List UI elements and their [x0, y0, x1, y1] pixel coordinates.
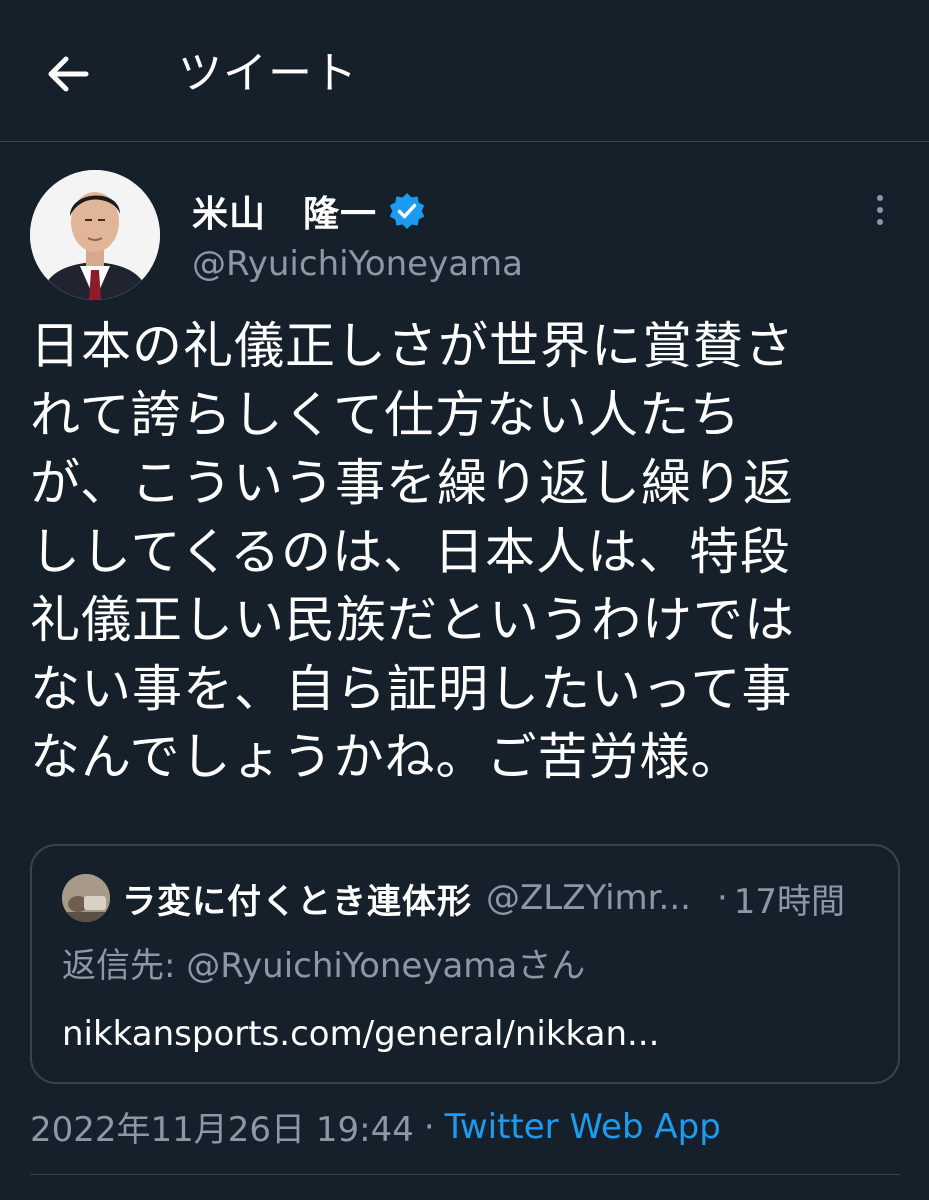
quoted-avatar[interactable] [62, 874, 110, 922]
divider [30, 1174, 900, 1175]
tweet-text-line: ない事を、自ら証明したいって事 [30, 659, 793, 718]
quoted-tweet-card[interactable]: ラ変に付くとき連体形 @ZLZYimr... · 17時間 返信先: @Ryui… [30, 844, 900, 1084]
tweet-timestamp[interactable]: 2022年11月26日 19:44 [30, 1102, 414, 1151]
tweet-source-link[interactable]: Twitter Web App [445, 1107, 721, 1147]
quoted-handle: @ZLZYimr... [486, 878, 691, 918]
profile-photo [30, 170, 160, 300]
author-display-name[interactable]: 米山 隆一 [192, 185, 377, 237]
author-handle[interactable]: @RyuichiYoneyama [192, 244, 523, 284]
tweet-text-line: れて誇らしくて仕方ない人たち [30, 385, 741, 444]
arrow-left-icon [48, 56, 89, 92]
quoted-separator: · [716, 878, 728, 918]
quoted-link[interactable]: nikkansports.com/general/nikkan... [62, 1014, 659, 1054]
avatar[interactable] [30, 170, 160, 300]
quoted-time: 17時間 [733, 881, 846, 922]
back-button[interactable] [42, 52, 94, 96]
quoted-profile-photo [62, 874, 110, 922]
more-vertical-icon [877, 195, 883, 201]
tweet-meta: 2022年11月26日 19:44 · Twitter Web App [30, 1102, 721, 1151]
tweet-text-line: 日本の礼儀正しさが世界に賞賛さ [30, 317, 795, 375]
page-title: ツイート [178, 48, 358, 99]
quoted-display-name: ラ変に付くとき連体形 [122, 881, 472, 922]
verified-badge-icon [389, 193, 425, 229]
tweet-text-line: が、こういう事を繰り返し繰り返 [30, 454, 794, 512]
quoted-reply-to: 返信先: @RyuichiYoneyamaさん [62, 946, 586, 986]
tweet-text-line: 礼儀正しい民族だというわけでは [30, 591, 795, 649]
quoted-tweet-header: ラ変に付くとき連体形 @ZLZYimr... · 17時間 [122, 874, 892, 922]
tweet-text-line: ししてくるのは、日本人は、特段 [30, 522, 791, 581]
author-name-row[interactable]: 米山 隆一 [192, 186, 427, 236]
top-app-bar: ツイート [0, 0, 929, 142]
tweet-text: 日本の礼儀正しさが世界に賞賛さ れて誇らしくて仕方ない人たち が、こういう事を繰… [30, 312, 910, 792]
more-options-button[interactable] [862, 190, 898, 230]
meta-separator: · [423, 1106, 435, 1147]
tweet-text-line: なんでしょうかね。ご苦労様。 [30, 728, 742, 786]
